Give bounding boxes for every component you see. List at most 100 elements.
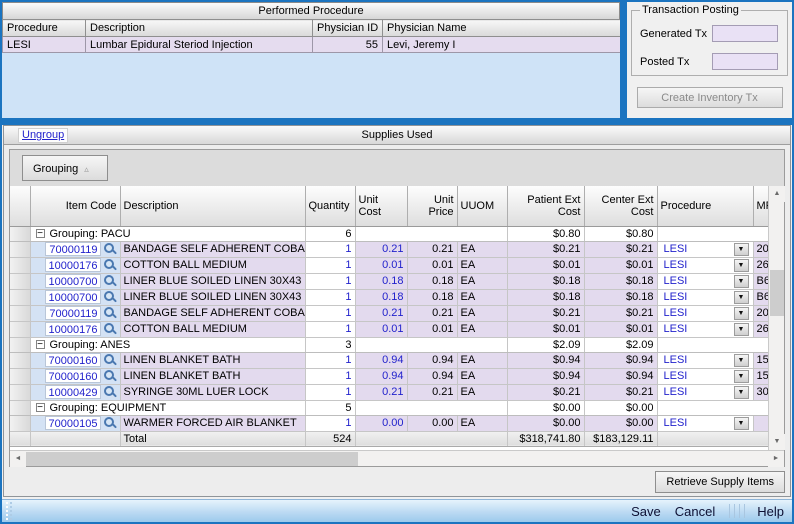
row-selector[interactable] [10,273,30,289]
col-header-mf[interactable]: MF [753,186,768,226]
col-header-procedure[interactable]: Procedure [657,186,753,226]
procedure-dropdown[interactable]: LESI▼ [657,384,753,400]
item-quantity[interactable]: 1 [305,305,355,321]
scroll-down-icon[interactable]: ▼ [769,434,785,450]
search-item-icon[interactable] [103,385,117,399]
item-quantity[interactable]: 1 [305,384,355,400]
item-unit-cost[interactable]: 0.00 [355,415,407,431]
item-unit-cost[interactable]: 0.18 [355,273,407,289]
dropdown-arrow-icon[interactable]: ▼ [734,307,749,320]
col-header-physician-name[interactable]: Physician Name [383,20,621,37]
item-unit-cost[interactable]: 0.18 [355,289,407,305]
cancel-button[interactable]: Cancel [675,504,715,519]
row-selector[interactable] [10,431,30,446]
row-selector[interactable] [10,368,30,384]
item-code-field[interactable]: 10000176 [45,258,101,272]
item-code-field[interactable]: 10000176 [45,322,101,336]
procedure-dropdown[interactable]: LESI▼ [657,321,753,337]
item-code-field[interactable]: 10000700 [45,290,101,304]
item-quantity[interactable]: 1 [305,273,355,289]
dropdown-arrow-icon[interactable]: ▼ [734,259,749,272]
scroll-up-icon[interactable]: ▲ [769,186,785,202]
collapse-group-icon[interactable]: − [36,229,45,238]
row-selector[interactable] [10,337,30,352]
item-code-field[interactable]: 70000119 [45,242,101,256]
scroll-right-icon[interactable]: ► [768,451,784,467]
col-header-item-description[interactable]: Description [120,186,305,226]
search-item-icon[interactable] [103,306,117,320]
search-item-icon[interactable] [103,369,117,383]
dropdown-arrow-icon[interactable]: ▼ [734,417,749,430]
col-header-selector[interactable] [10,186,30,226]
item-quantity[interactable]: 1 [305,257,355,273]
procedure-dropdown-wrap[interactable]: LESI▼ [661,416,750,431]
item-code-field[interactable]: 70000119 [45,306,101,320]
dropdown-arrow-icon[interactable]: ▼ [734,354,749,367]
procedure-dropdown[interactable]: LESI▼ [657,368,753,384]
row-selector[interactable] [10,352,30,368]
item-unit-cost[interactable]: 0.21 [355,384,407,400]
row-selector[interactable] [10,384,30,400]
vertical-scrollbar-thumb[interactable] [770,270,784,316]
item-unit-cost[interactable]: 0.21 [355,305,407,321]
item-quantity[interactable]: 1 [305,241,355,257]
collapse-group-icon[interactable]: − [36,340,45,349]
vertical-scrollbar[interactable]: ▲ ▼ [768,186,784,450]
procedure-dropdown[interactable]: LESI▼ [657,305,753,321]
create-inventory-tx-button[interactable]: Create Inventory Tx [637,87,783,108]
search-item-icon[interactable] [103,353,117,367]
col-header-patient-ext-cost[interactable]: Patient Ext Cost [507,186,584,226]
dropdown-arrow-icon[interactable]: ▼ [734,275,749,288]
retrieve-supply-items-button[interactable]: Retrieve Supply Items [655,471,785,493]
generated-tx-field[interactable] [712,25,778,42]
search-item-icon[interactable] [103,242,117,256]
procedure-dropdown-wrap[interactable]: LESI▼ [661,258,750,273]
dropdown-arrow-icon[interactable]: ▼ [734,386,749,399]
search-item-icon[interactable] [103,416,117,430]
item-code-field[interactable]: 70000160 [45,353,101,367]
item-unit-cost[interactable]: 0.01 [355,257,407,273]
item-unit-cost[interactable]: 0.21 [355,241,407,257]
procedure-dropdown-wrap[interactable]: LESI▼ [661,306,750,321]
procedure-dropdown-wrap[interactable]: LESI▼ [661,322,750,337]
horizontal-scrollbar[interactable]: ◄ ► [10,450,784,466]
procedure-dropdown-wrap[interactable]: LESI▼ [661,290,750,305]
col-header-uuom[interactable]: UUOM [457,186,507,226]
item-quantity[interactable]: 1 [305,321,355,337]
row-selector[interactable] [10,305,30,321]
dropdown-arrow-icon[interactable]: ▼ [734,323,749,336]
search-item-icon[interactable] [103,258,117,272]
grouping-button[interactable]: Grouping▵ [22,155,108,181]
save-button[interactable]: Save [631,504,661,519]
item-quantity[interactable]: 1 [305,415,355,431]
row-selector[interactable] [10,400,30,415]
item-unit-cost[interactable]: 0.94 [355,352,407,368]
row-selector[interactable] [10,415,30,431]
item-code-field[interactable]: 70000105 [45,416,101,430]
search-item-icon[interactable] [103,274,117,288]
row-selector[interactable] [10,289,30,305]
item-quantity[interactable]: 1 [305,289,355,305]
row-selector[interactable] [10,241,30,257]
item-unit-cost[interactable]: 0.94 [355,368,407,384]
col-header-item-code[interactable]: Item Code [30,186,120,226]
col-header-center-ext-cost[interactable]: Center Ext Cost [584,186,657,226]
procedure-dropdown[interactable]: LESI▼ [657,289,753,305]
procedure-dropdown-wrap[interactable]: LESI▼ [661,353,750,368]
procedure-dropdown-wrap[interactable]: LESI▼ [661,369,750,384]
item-code-field[interactable]: 10000429 [45,385,101,399]
search-item-icon[interactable] [103,322,117,336]
col-header-unit-cost[interactable]: Unit Cost [355,186,407,226]
row-selector[interactable] [10,226,30,241]
procedure-dropdown[interactable]: LESI▼ [657,415,753,431]
dropdown-arrow-icon[interactable]: ▼ [734,370,749,383]
procedure-row[interactable]: LESI Lumbar Epidural Steriod Injection 5… [3,37,621,53]
item-code-field[interactable]: 10000700 [45,274,101,288]
help-button[interactable]: Help [757,504,784,519]
procedure-dropdown[interactable]: LESI▼ [657,273,753,289]
col-header-physician-id[interactable]: Physician ID [313,20,383,37]
procedure-dropdown[interactable]: LESI▼ [657,257,753,273]
col-header-description[interactable]: Description [86,20,313,37]
col-header-procedure[interactable]: Procedure [3,20,86,37]
item-quantity[interactable]: 1 [305,368,355,384]
